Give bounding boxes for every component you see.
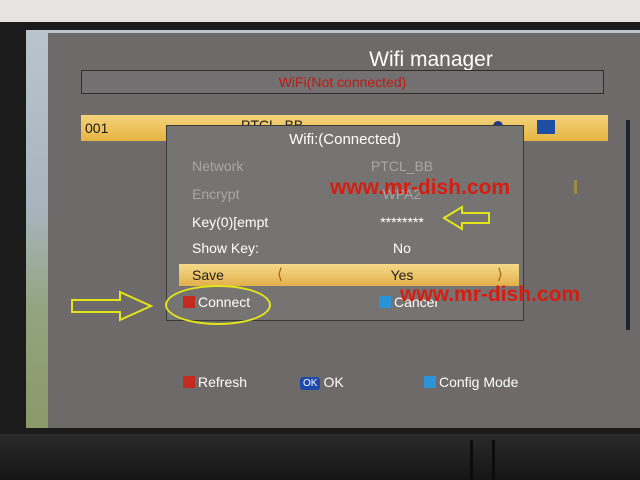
cable — [492, 440, 495, 480]
network-index: 001 — [85, 120, 109, 136]
ok-label: OK — [323, 374, 344, 390]
save-label: Save — [192, 267, 224, 283]
key-label: Key(0)[empt — [192, 214, 269, 230]
list-marker — [574, 180, 577, 194]
tv-stand — [0, 434, 640, 480]
scrollbar[interactable] — [626, 120, 630, 330]
signal-icon — [537, 120, 555, 134]
show-key-label: Show Key: — [192, 240, 259, 256]
dialog-title: Wifi:(Connected) — [289, 131, 401, 148]
status-bar: WiFi(Not connected) — [81, 70, 604, 94]
chevron-right-icon[interactable]: ⟩ — [497, 265, 503, 283]
page-title: Wifi manager — [369, 48, 493, 71]
ok-hint[interactable]: OK OK — [300, 374, 344, 390]
network-label: Network — [192, 158, 244, 174]
encrypt-label: Encrypt — [192, 186, 240, 202]
blue-key-icon — [379, 296, 391, 308]
red-key-icon — [183, 376, 195, 388]
watermark: www.mr-dish.com — [330, 176, 511, 199]
network-value: PTCL_BB — [370, 158, 434, 174]
cable — [470, 440, 473, 480]
annotation-arrow-right-icon — [71, 290, 154, 322]
refresh-hint[interactable]: Refresh — [183, 374, 247, 390]
chevron-left-icon[interactable]: ⟨ — [277, 265, 283, 283]
connection-status: WiFi(Not connected) — [278, 74, 407, 90]
save-value: Yes — [390, 267, 414, 283]
blue-key-icon — [424, 376, 436, 388]
config-mode-hint[interactable]: Config Mode — [424, 374, 518, 390]
annotation-arrow-left-icon — [442, 205, 490, 231]
config-mode-label: Config Mode — [439, 374, 519, 390]
tv-screen: Wifi manager WiFi(Not connected) 001 PTC… — [26, 30, 640, 428]
annotation-highlight-ellipse — [165, 285, 271, 325]
show-key-value[interactable]: No — [327, 240, 477, 256]
watermark: www.mr-dish.com — [400, 283, 581, 306]
refresh-label: Refresh — [198, 374, 248, 390]
ok-key-icon: OK — [300, 377, 321, 390]
